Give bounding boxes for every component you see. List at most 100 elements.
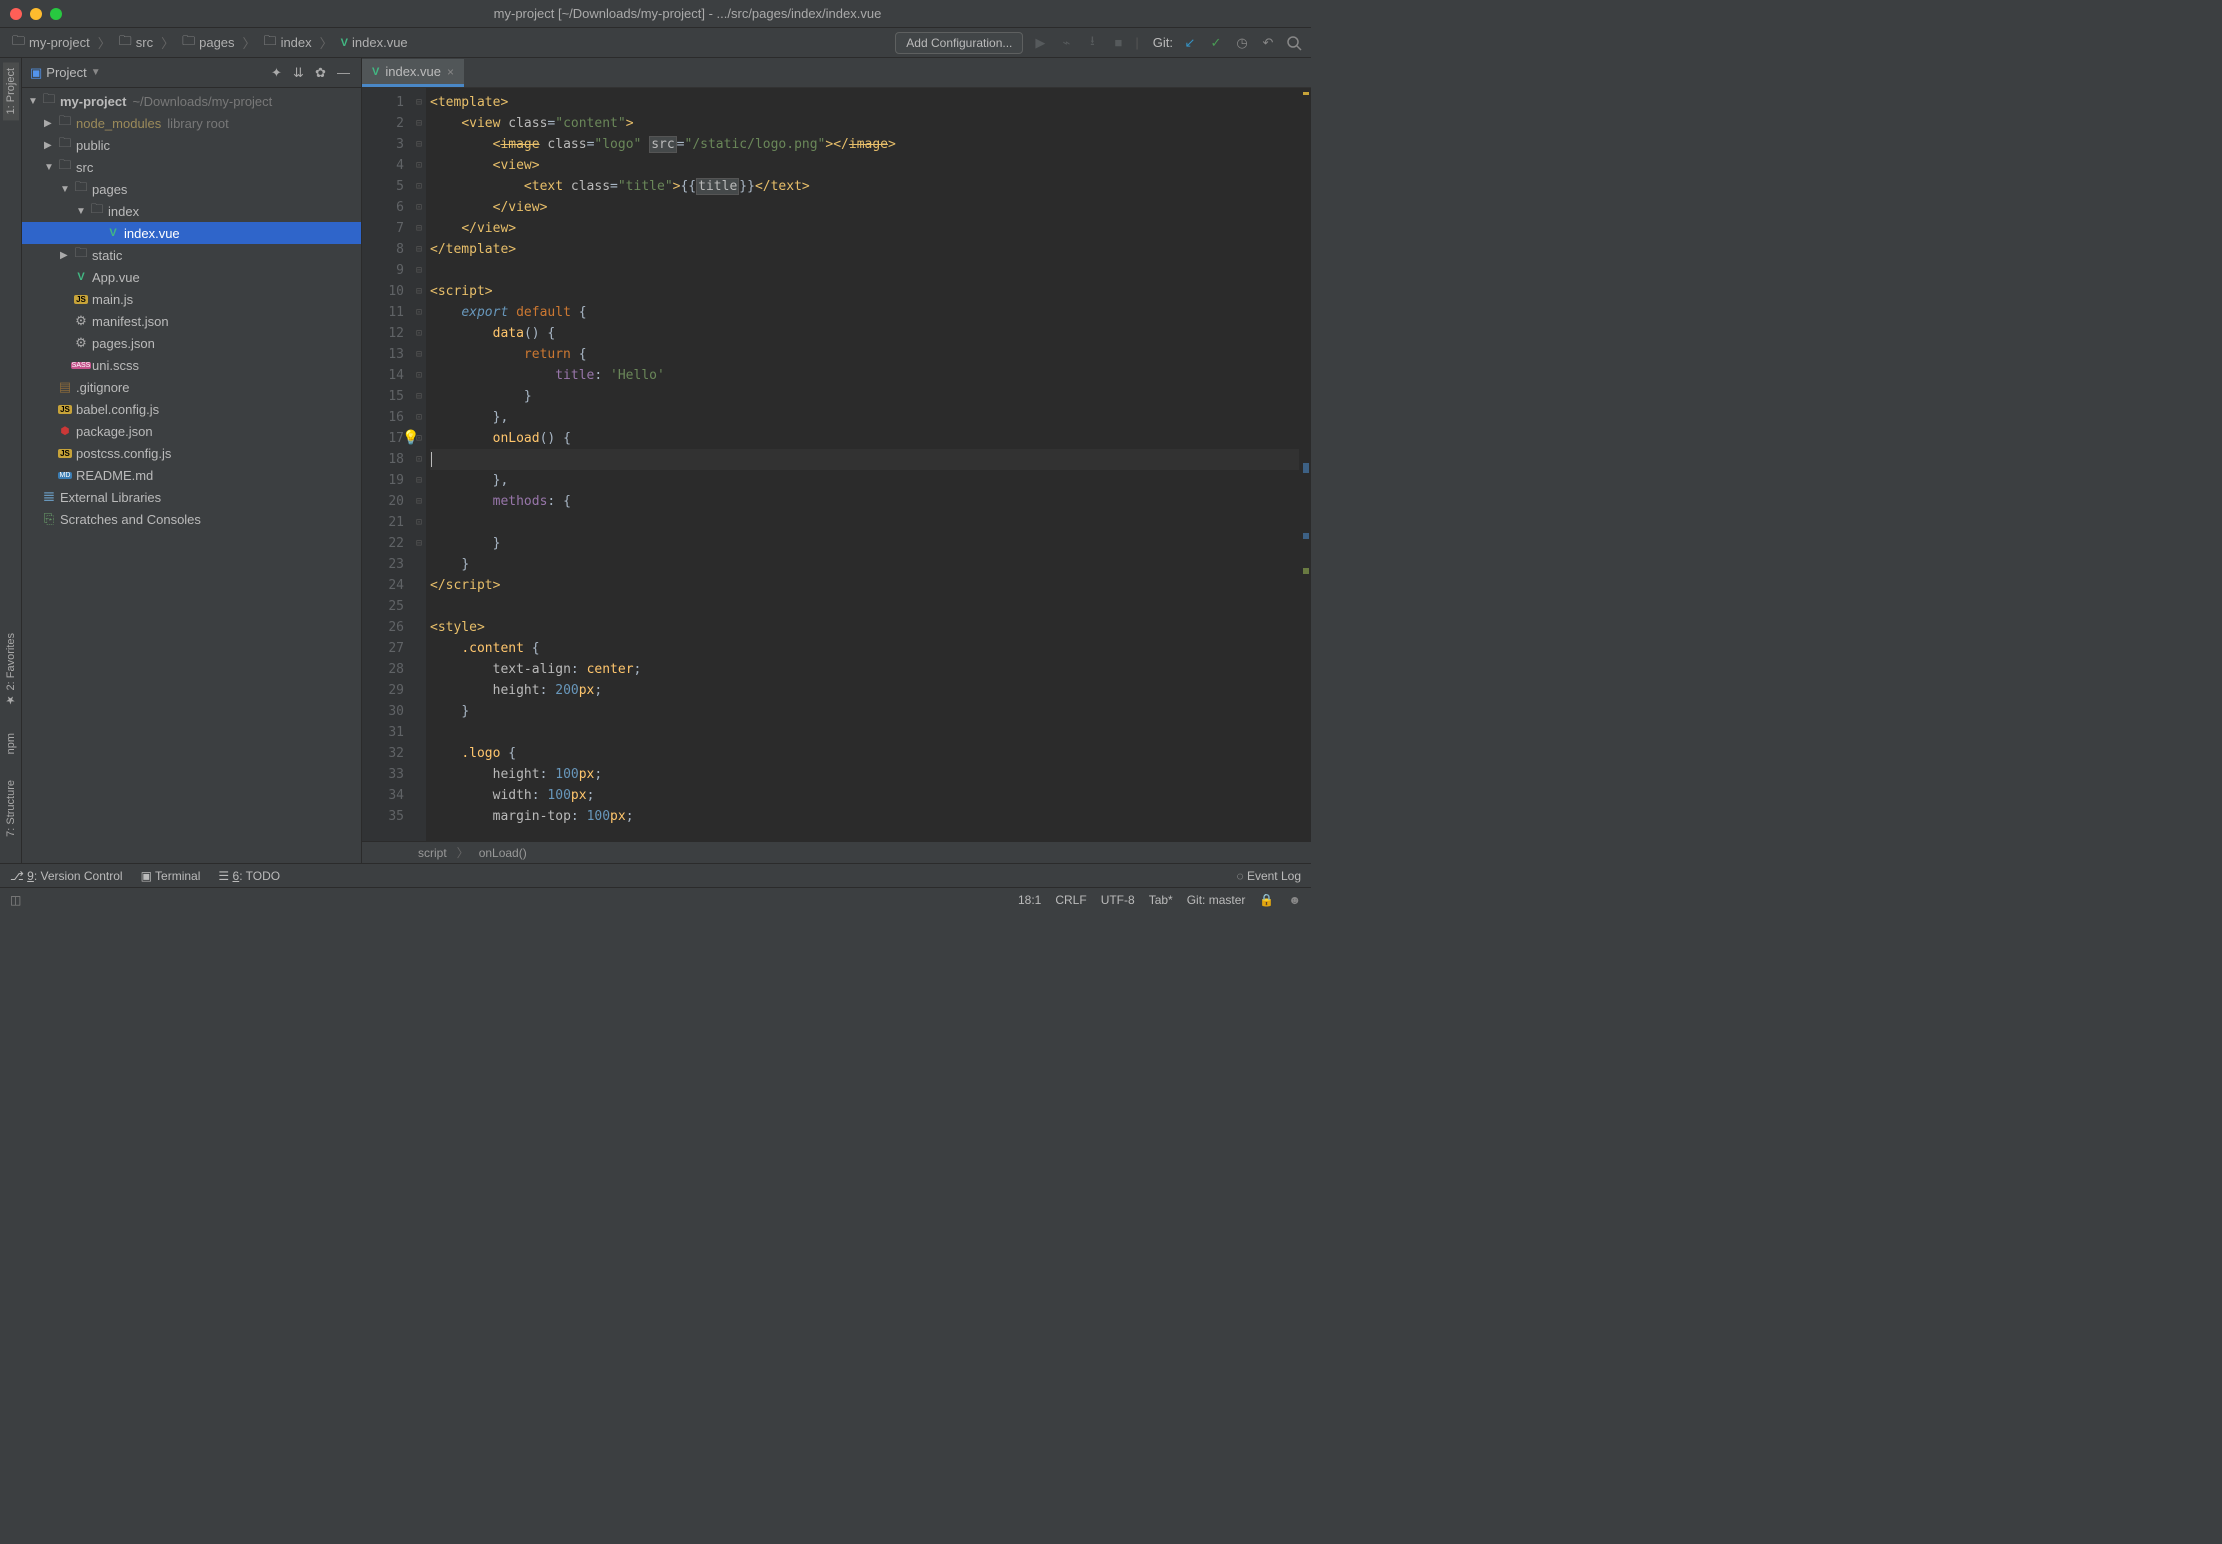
- tree-node-readme[interactable]: MD README.md: [22, 464, 361, 486]
- project-tool-tab[interactable]: 1: Project: [3, 62, 19, 120]
- editor-tab-index-vue[interactable]: V index.vue ×: [362, 59, 464, 87]
- todo-tool-tab[interactable]: ☰ 6: TODO6: TODO: [218, 869, 280, 883]
- vue-icon: V: [109, 227, 116, 239]
- status-line-separator[interactable]: CRLF: [1055, 893, 1086, 907]
- status-indent[interactable]: Tab*: [1149, 893, 1173, 907]
- collapse-all-icon[interactable]: ⇊: [293, 65, 309, 81]
- tree-node-index-dir[interactable]: ▼🗀 index: [22, 200, 361, 222]
- error-stripe[interactable]: [1299, 88, 1311, 841]
- status-lock-icon[interactable]: 🔒: [1259, 893, 1274, 907]
- tree-node-scratches[interactable]: ⎘ Scratches and Consoles: [22, 508, 361, 530]
- tree-node-manifest[interactable]: ⚙ manifest.json: [22, 310, 361, 332]
- window-controls: [10, 8, 62, 20]
- tree-node-public[interactable]: ▶🗀 public: [22, 134, 361, 156]
- status-git-branch[interactable]: Git: master: [1187, 893, 1246, 907]
- maximize-window-button[interactable]: [50, 8, 62, 20]
- coverage-icon[interactable]: ⭳: [1083, 34, 1101, 52]
- npm-tool-tab[interactable]: npm: [3, 727, 19, 760]
- tree-node-static[interactable]: ▶🗀 static: [22, 244, 361, 266]
- structure-tool-tab[interactable]: 7: Structure: [3, 774, 19, 843]
- status-bar: ◫ 18:1 CRLF UTF-8 Tab* Git: master 🔒 ☻: [0, 887, 1311, 911]
- breadcrumb-label: index: [281, 35, 312, 50]
- favorites-tool-tab[interactable]: ★ 2: Favorites: [2, 627, 19, 713]
- settings-icon[interactable]: ✿: [315, 65, 331, 81]
- hide-panel-icon[interactable]: —: [337, 65, 353, 81]
- tree-node-app-vue[interactable]: V App.vue: [22, 266, 361, 288]
- line-number-gutter: 1234567891011121314151617181920212223242…: [362, 88, 412, 841]
- status-encoding[interactable]: UTF-8: [1101, 893, 1135, 907]
- version-control-tool-tab[interactable]: ⎇ 9: 9: Version ControlVersion Control: [10, 869, 123, 883]
- editor-body[interactable]: 1234567891011121314151617181920212223242…: [362, 88, 1311, 841]
- run-icon[interactable]: ▶: [1031, 34, 1049, 52]
- editor-crumb-script[interactable]: script: [418, 846, 447, 860]
- js-icon: JS: [58, 449, 72, 458]
- folder-icon: 🗀: [88, 200, 106, 222]
- status-inspector-icon[interactable]: ☻: [1288, 893, 1301, 907]
- libraries-icon: 𝌆: [40, 489, 58, 505]
- titlebar: my-project [~/Downloads/my-project] - ..…: [0, 0, 1311, 28]
- chevron-right-icon: 〉: [320, 33, 333, 52]
- vue-icon: V: [372, 66, 379, 78]
- revert-icon[interactable]: ↶: [1259, 34, 1277, 52]
- status-caret-position[interactable]: 18:1: [1018, 893, 1041, 907]
- chevron-right-icon: 〉: [243, 33, 256, 52]
- breadcrumb-label: pages: [199, 35, 234, 50]
- vue-icon: V: [77, 271, 84, 283]
- intention-bulb-icon[interactable]: 💡: [402, 428, 419, 449]
- close-window-button[interactable]: [10, 8, 22, 20]
- tree-node-main-js[interactable]: JS main.js: [22, 288, 361, 310]
- tree-node-gitignore[interactable]: ▤ .gitignore: [22, 376, 361, 398]
- breadcrumb-label: my-project: [29, 35, 90, 50]
- tree-node-index-vue[interactable]: V index.vue: [22, 222, 361, 244]
- folder-icon: 🗀: [56, 156, 74, 178]
- debug-icon[interactable]: ⌁: [1057, 34, 1075, 52]
- js-icon: JS: [58, 405, 72, 414]
- tree-node-root[interactable]: ▼🗀 my-project ~/Downloads/my-project: [22, 90, 361, 112]
- left-tool-strip: 1: Project ★ 2: Favorites npm 7: Structu…: [0, 58, 22, 863]
- tree-node-pages[interactable]: ▼🗀 pages: [22, 178, 361, 200]
- project-tree[interactable]: ▼🗀 my-project ~/Downloads/my-project ▶🗀 …: [22, 88, 361, 863]
- update-project-icon[interactable]: ↙: [1181, 34, 1199, 52]
- tree-node-babel[interactable]: JS babel.config.js: [22, 398, 361, 420]
- dropdown-icon[interactable]: ▼: [91, 67, 101, 78]
- project-panel-header: ▣ Project ▼ ✦ ⇊ ✿ —: [22, 58, 361, 88]
- folder-icon: 🗀: [119, 32, 132, 54]
- folder-icon: 🗀: [182, 32, 195, 54]
- tree-node-src[interactable]: ▼🗀 src: [22, 156, 361, 178]
- fold-gutter[interactable]: ⊟⊟⊟⊡⊡⊡⊟⊟⊟⊟⊡⊡⊟⊡⊟⊡⊡⊡⊟⊟⊡⊟: [412, 88, 426, 841]
- add-configuration-button[interactable]: Add Configuration...: [895, 32, 1023, 54]
- navigation-bar: 🗀 my-project 〉 🗀 src 〉 🗀 pages 〉 🗀 index…: [0, 28, 1311, 58]
- breadcrumb: 🗀 my-project 〉 🗀 src 〉 🗀 pages 〉 🗀 index…: [8, 30, 895, 56]
- editor-breadcrumbs[interactable]: script 〉 onLoad(): [362, 841, 1311, 863]
- code-area[interactable]: <template> <view class="content"> <image…: [426, 88, 1299, 841]
- terminal-tool-tab[interactable]: ▣ Terminal: [141, 869, 201, 883]
- minimize-window-button[interactable]: [30, 8, 42, 20]
- stop-icon[interactable]: ■: [1109, 34, 1127, 52]
- search-everywhere-icon[interactable]: [1285, 34, 1303, 52]
- tree-node-node-modules[interactable]: ▶🗀 node_modules library root: [22, 112, 361, 134]
- commit-icon[interactable]: ✓: [1207, 34, 1225, 52]
- editor-area: V index.vue × 12345678910111213141516171…: [362, 58, 1311, 863]
- tree-node-uni-scss[interactable]: SASS uni.scss: [22, 354, 361, 376]
- locate-icon[interactable]: ✦: [271, 65, 287, 81]
- event-log-tool-tab[interactable]: ◌ Event Log: [1236, 869, 1301, 883]
- bottom-tool-bar: ⎇ 9: 9: Version ControlVersion Control ▣…: [0, 863, 1311, 887]
- folder-icon: 🗀: [72, 244, 90, 266]
- tree-node-postcss[interactable]: JS postcss.config.js: [22, 442, 361, 464]
- tool-windows-icon[interactable]: ◫: [10, 893, 21, 907]
- history-icon[interactable]: ◷: [1233, 34, 1251, 52]
- breadcrumb-item-root[interactable]: 🗀 my-project: [8, 30, 94, 56]
- tree-node-external-libraries[interactable]: 𝌆 External Libraries: [22, 486, 361, 508]
- js-icon: JS: [74, 295, 88, 304]
- tree-node-pages-json[interactable]: ⚙ pages.json: [22, 332, 361, 354]
- breadcrumb-item-src[interactable]: 🗀 src: [115, 30, 157, 56]
- editor-crumb-onload[interactable]: onLoad(): [479, 846, 527, 860]
- vue-icon: V: [341, 37, 348, 49]
- breadcrumb-item-index[interactable]: 🗀 index: [260, 30, 316, 56]
- git-label: Git:: [1153, 35, 1173, 50]
- breadcrumb-item-pages[interactable]: 🗀 pages: [178, 30, 238, 56]
- breadcrumb-item-file[interactable]: V index.vue: [337, 33, 412, 52]
- project-panel-title[interactable]: Project: [46, 65, 86, 80]
- tree-node-package[interactable]: ⬢ package.json: [22, 420, 361, 442]
- close-tab-icon[interactable]: ×: [447, 65, 454, 79]
